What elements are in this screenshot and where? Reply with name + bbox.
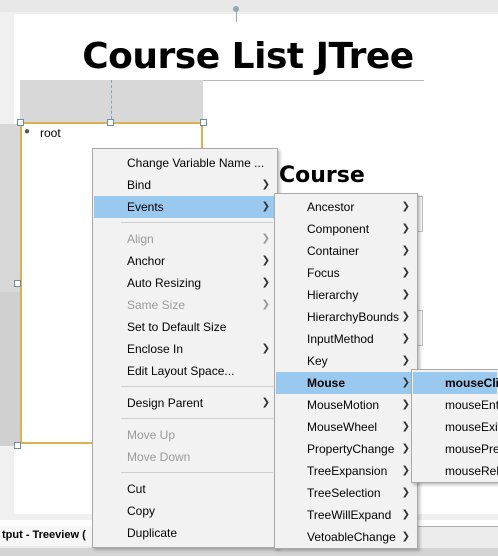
chevron-right-icon: ❯ (261, 179, 270, 190)
submenu-item-mouse[interactable]: Mouse ❯ (276, 372, 416, 394)
chevron-right-icon: ❯ (401, 245, 410, 256)
menu-item-bind[interactable]: Bind ❯ (94, 174, 276, 196)
chevron-right-icon: ❯ (401, 311, 410, 322)
chevron-right-icon: ❯ (261, 299, 270, 310)
chevron-right-icon: ❯ (401, 487, 410, 498)
course-label[interactable]: Course (279, 163, 365, 188)
chevron-right-icon: ❯ (401, 377, 410, 388)
chevron-right-icon: ❯ (261, 397, 270, 408)
output-tab[interactable]: tput - Treeview ( (0, 526, 96, 546)
context-menu: Change Variable Name ... Bind ❯ Events ❯… (92, 148, 278, 548)
menu-item-move-down[interactable]: Move Down (94, 446, 276, 468)
menu-item-set-default-size[interactable]: Set to Default Size (94, 316, 276, 338)
chevron-right-icon: ❯ (401, 421, 410, 432)
chevron-right-icon: ❯ (401, 443, 410, 454)
chevron-right-icon: ❯ (401, 333, 410, 344)
tree-root-node[interactable]: root (40, 126, 61, 140)
submenu-item-mousepressed[interactable]: mousePre (413, 438, 498, 460)
chevron-right-icon: ❯ (261, 255, 270, 266)
menu-separator (121, 222, 273, 223)
chevron-right-icon: ❯ (401, 531, 410, 542)
submenu-item-mouseexited[interactable]: mouseExit (413, 416, 498, 438)
chevron-right-icon: ❯ (401, 201, 410, 212)
menu-item-same-size[interactable]: Same Size ❯ (94, 294, 276, 316)
resize-handle[interactable] (200, 119, 207, 126)
resize-handle[interactable] (107, 119, 114, 126)
submenu-item-mousewheel[interactable]: MouseWheel ❯ (276, 416, 416, 438)
chevron-right-icon: ❯ (261, 277, 270, 288)
menu-separator (121, 472, 273, 473)
submenu-item-hierarchybounds[interactable]: HierarchyBounds ❯ (276, 306, 416, 328)
submenu-item-mouseentered[interactable]: mouseEnt (413, 394, 498, 416)
menu-item-edit-layout-space[interactable]: Edit Layout Space... (94, 360, 276, 382)
menu-item-anchor[interactable]: Anchor ❯ (94, 250, 276, 272)
events-submenu: Ancestor ❯ Component ❯ Container ❯ Focus… (274, 193, 418, 549)
submenu-item-key[interactable]: Key ❯ (276, 350, 416, 372)
chevron-right-icon: ❯ (401, 289, 410, 300)
submenu-item-propertychange[interactable]: PropertyChange ❯ (276, 438, 416, 460)
menu-item-cut[interactable]: Cut (94, 478, 276, 500)
submenu-item-vetoablechange[interactable]: VetoableChange ❯ (276, 526, 416, 548)
chevron-right-icon: ❯ (261, 201, 270, 212)
submenu-item-mousereleased[interactable]: mouseRele (413, 460, 498, 482)
chevron-right-icon: ❯ (261, 343, 270, 354)
menu-item-change-variable-name[interactable]: Change Variable Name ... (94, 152, 276, 174)
chevron-right-icon: ❯ (401, 399, 410, 410)
form-title-label[interactable]: Course List JTree (78, 36, 418, 77)
chevron-right-icon: ❯ (401, 465, 410, 476)
mouse-submenu: mouseClic mouseEnt mouseExit mousePre mo… (411, 369, 498, 483)
submenu-item-mouseclicked[interactable]: mouseClic (413, 372, 498, 394)
submenu-item-hierarchy[interactable]: Hierarchy ❯ (276, 284, 416, 306)
anchor-line (236, 12, 237, 22)
submenu-item-treewillexpand[interactable]: TreeWillExpand ❯ (276, 504, 416, 526)
menu-item-move-up[interactable]: Move Up (94, 424, 276, 446)
chevron-right-icon: ❯ (401, 267, 410, 278)
menu-item-copy[interactable]: Copy (94, 500, 276, 522)
chevron-right-icon: ❯ (401, 223, 410, 234)
submenu-item-component[interactable]: Component ❯ (276, 218, 416, 240)
resize-handle[interactable] (14, 442, 21, 449)
resize-handle[interactable] (17, 119, 24, 126)
status-strip (0, 548, 498, 556)
submenu-item-treeselection[interactable]: TreeSelection ❯ (276, 482, 416, 504)
menu-item-events[interactable]: Events ❯ (94, 196, 276, 218)
submenu-item-focus[interactable]: Focus ❯ (276, 262, 416, 284)
menu-item-align[interactable]: Align ❯ (94, 228, 276, 250)
tree-node-icon: ● (24, 126, 31, 137)
menu-item-design-parent[interactable]: Design Parent ❯ (94, 392, 276, 414)
submenu-item-ancestor[interactable]: Ancestor ❯ (276, 196, 416, 218)
submenu-item-mousemotion[interactable]: MouseMotion ❯ (276, 394, 416, 416)
menu-separator (121, 386, 273, 387)
menu-item-enclose-in[interactable]: Enclose In ❯ (94, 338, 276, 360)
left-gutter-lower (0, 292, 20, 446)
chevron-right-icon: ❯ (401, 509, 410, 520)
submenu-item-treeexpansion[interactable]: TreeExpansion ❯ (276, 460, 416, 482)
alignment-guide (111, 80, 113, 124)
submenu-item-container[interactable]: Container ❯ (276, 240, 416, 262)
chevron-right-icon: ❯ (261, 233, 270, 244)
menu-item-auto-resizing[interactable]: Auto Resizing ❯ (94, 272, 276, 294)
submenu-item-inputmethod[interactable]: InputMethod ❯ (276, 328, 416, 350)
chevron-right-icon: ❯ (401, 355, 410, 366)
menu-separator (121, 418, 273, 419)
resize-handle[interactable] (14, 280, 21, 287)
menu-item-duplicate[interactable]: Duplicate (94, 522, 276, 544)
